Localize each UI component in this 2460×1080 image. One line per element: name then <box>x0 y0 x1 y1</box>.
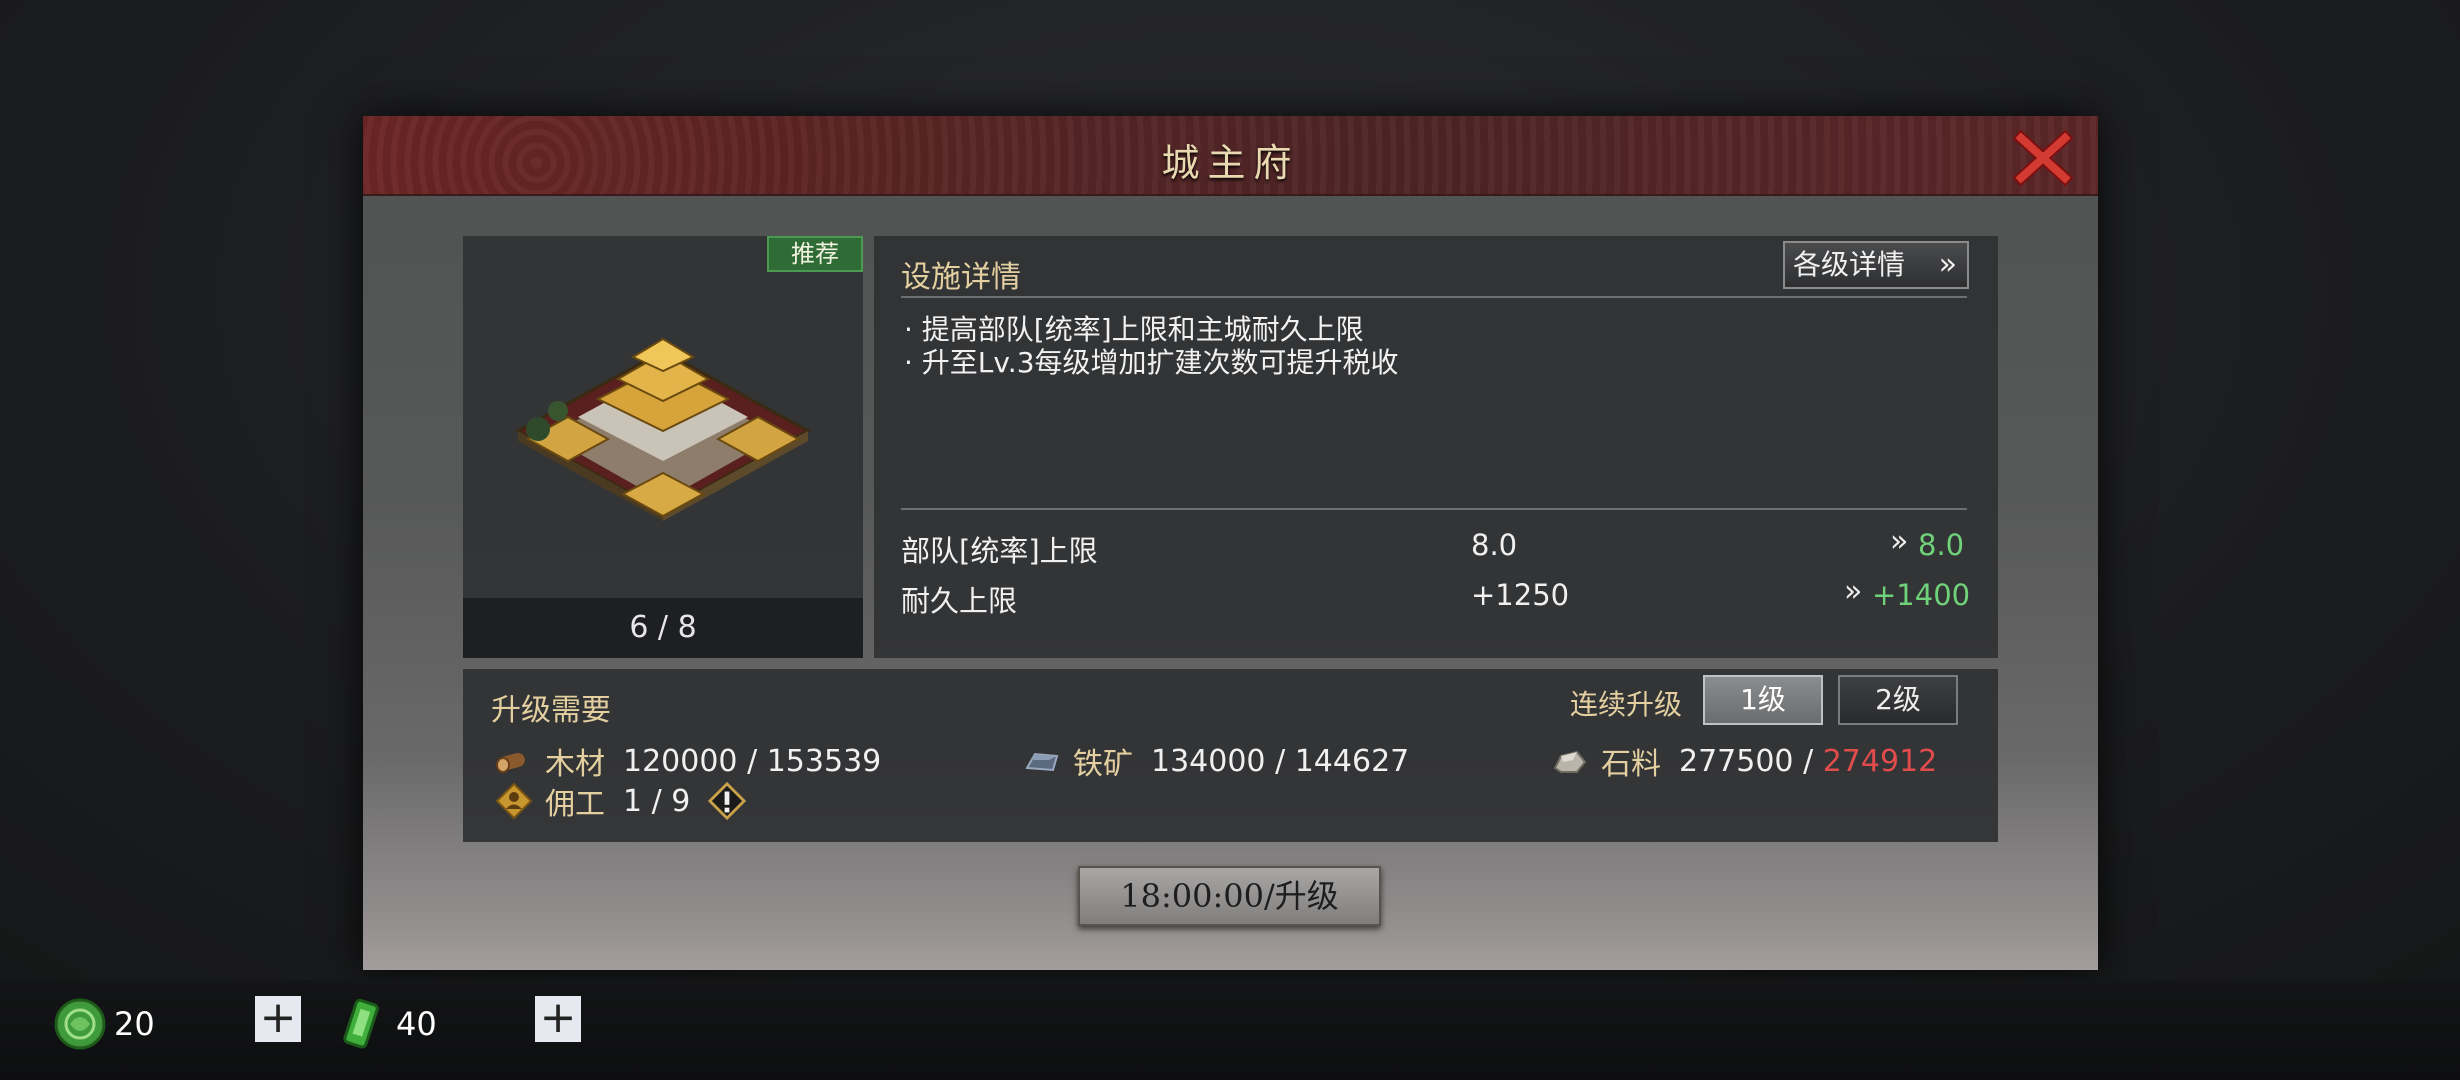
double-chevron-right-icon: » <box>1938 247 1957 282</box>
palace-building-image <box>514 337 812 521</box>
double-chevron-right-icon: » <box>1890 524 1909 559</box>
close-icon <box>2012 129 2074 187</box>
recommend-badge: 推荐 <box>767 236 863 272</box>
stat-label-durability-cap: 耐久上限 <box>901 584 1018 618</box>
facility-dialog: 城主府 推荐 6 / 8 设施详情 各级详情 » · 提高部队[统率]上限和主城… <box>363 116 2098 970</box>
continuous-upgrade-label: 连续升级 <box>1570 688 1683 721</box>
wood-requirement: 木材 120000 / 153539 <box>495 741 881 782</box>
add-token-button[interactable]: + <box>535 996 581 1042</box>
all-levels-details-button[interactable]: 各级详情 » <box>1783 241 1969 289</box>
dialog-title: 城主府 <box>1161 141 1300 185</box>
iron-ore-icon <box>1025 752 1059 772</box>
iron-requirement: 铁矿 134000 / 144627 <box>1023 741 1409 782</box>
double-chevron-right-icon: » <box>1844 574 1863 609</box>
upgrade-button[interactable]: 18:00:00/升级 <box>1078 866 1381 926</box>
jade-currency: 20 <box>52 994 155 1054</box>
add-jade-button[interactable]: + <box>255 996 301 1042</box>
stat-current-durability-cap: +1250 <box>1471 578 1570 612</box>
building-image-panel: 推荐 6 / 8 <box>463 236 863 658</box>
token-currency: 40 <box>334 994 437 1054</box>
divider <box>901 508 1967 510</box>
upgrade-requirements-panel: 升级需要 连续升级 1级 2级 木材 120000 / 153539 铁矿 13… <box>463 669 1998 842</box>
upgrade-1-level-button[interactable]: 1级 <box>1703 675 1823 725</box>
divider <box>901 296 1967 298</box>
warning-icon[interactable] <box>708 782 747 820</box>
stat-label-command-cap: 部队[统率]上限 <box>901 534 1098 568</box>
stat-current-command-cap: 8.0 <box>1471 528 1518 562</box>
jade-icon <box>54 998 106 1050</box>
wood-log-icon <box>496 752 525 773</box>
stone-owned-insufficient: 274912 <box>1822 743 1938 779</box>
worker-icon <box>495 782 533 820</box>
details-heading: 设施详情 <box>901 260 1021 295</box>
facility-details-panel: 设施详情 各级详情 » · 提高部队[统率]上限和主城耐久上限 · 升至Lv.3… <box>874 236 1998 658</box>
requirements-heading: 升级需要 <box>491 693 611 728</box>
stone-icon <box>1553 750 1587 773</box>
upgrade-2-levels-button[interactable]: 2级 <box>1838 675 1958 725</box>
building-level: 6 / 8 <box>463 598 863 658</box>
stat-next-command-cap: 8.0 <box>1918 528 1965 562</box>
description-line: · 升至Lv.3每级增加扩建次数可提升税收 <box>904 346 1399 379</box>
all-levels-label: 各级详情 <box>1793 248 1906 281</box>
close-button[interactable] <box>2012 129 2074 187</box>
workers-requirement: 佣工 1 / 9 <box>495 781 747 822</box>
stone-requirement: 石料 277500 / 274912 <box>1551 741 1938 782</box>
token-icon <box>343 998 379 1049</box>
bottom-currency-bar: 20 + 40 + <box>0 980 2460 1080</box>
stat-next-durability-cap: +1400 <box>1872 578 1971 612</box>
dialog-titlebar: 城主府 <box>363 116 2098 196</box>
